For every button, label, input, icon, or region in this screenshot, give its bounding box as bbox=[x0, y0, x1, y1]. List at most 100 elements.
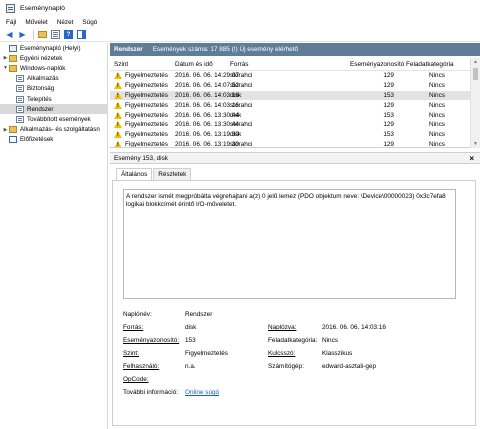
event-description[interactable]: A rendszer ismét megpróbálta végrehajtan… bbox=[123, 189, 456, 299]
tree-item-app-services-logs[interactable]: ▶ Alkalmazás- és szolgáltatásn bbox=[0, 125, 107, 135]
column-header-datetime[interactable]: Dátum és idő bbox=[169, 61, 224, 68]
tree-item-setup[interactable]: Telepítés bbox=[0, 94, 107, 104]
table-row[interactable]: Figyelmeztetés 2016. 06. 06. 13:19:30stor… bbox=[110, 140, 470, 147]
column-header-level[interactable]: Szint bbox=[110, 61, 169, 68]
help-icon[interactable]: ? bbox=[63, 29, 74, 40]
warning-icon bbox=[114, 111, 122, 119]
events-scrollbar[interactable]: ▲ ▼ bbox=[470, 58, 480, 148]
properties-icon[interactable] bbox=[50, 29, 61, 40]
column-header-source[interactable]: Forrás bbox=[224, 61, 330, 68]
source-cell: disk bbox=[230, 91, 242, 99]
user-label: Felhasználó: bbox=[123, 363, 160, 370]
event-id-value: 153 bbox=[185, 337, 196, 344]
event-viewer-node-icon bbox=[9, 44, 17, 52]
tree-item-label: Alkalmazás bbox=[27, 75, 59, 83]
tab-details[interactable]: Részletek bbox=[153, 168, 192, 180]
log-icon bbox=[16, 105, 24, 113]
tree-item-forwarded-events[interactable]: Továbbított események bbox=[0, 114, 107, 124]
warning-icon bbox=[114, 101, 122, 109]
tree-item-label: Telepítés bbox=[27, 95, 52, 103]
action-pane-icon[interactable] bbox=[76, 29, 87, 40]
expand-arrow-icon[interactable]: ▶ bbox=[2, 127, 9, 133]
table-row[interactable]: Figyelmeztetés 2016. 06. 06. 14:07:52stor… bbox=[110, 81, 470, 91]
tree-item-label: Rendszer bbox=[27, 105, 54, 113]
table-row[interactable]: Figyelmeztetés 2016. 06. 06. 14:29:07stor… bbox=[110, 71, 470, 81]
open-folder-icon[interactable] bbox=[37, 29, 48, 40]
level-cell: Figyelmeztetés bbox=[110, 91, 169, 99]
source-value: disk bbox=[185, 324, 197, 331]
subscriptions-icon bbox=[9, 136, 17, 144]
scrollbar-thumb[interactable] bbox=[473, 68, 478, 80]
datetime-cell: 2016. 06. 06. 13:19:30 bbox=[175, 131, 239, 139]
tree-item-application[interactable]: Alkalmazás bbox=[0, 74, 107, 84]
source-cell: storahci bbox=[230, 82, 253, 90]
task-category-cell: Nincs bbox=[429, 72, 445, 80]
log-name-label: Naplónév: bbox=[123, 311, 152, 318]
tree-item-label: Előfizetések bbox=[20, 136, 54, 144]
log-name: Rendszer bbox=[114, 46, 143, 53]
tree-item-root[interactable]: Eseménynapló (Helyi) bbox=[0, 43, 107, 53]
table-row[interactable]: Figyelmeztetés 2016. 06. 06. 13:30:44disk… bbox=[110, 110, 470, 120]
computer-label: Számítógép: bbox=[268, 363, 304, 370]
title-bar: Eseménynapló bbox=[0, 0, 480, 16]
table-row[interactable]: Figyelmeztetés 2016. 06. 06. 13:19:30disk… bbox=[110, 130, 470, 140]
table-row[interactable]: Figyelmeztetés 2016. 06. 06. 14:03:16disk… bbox=[110, 90, 470, 101]
tree-item-label: Windows-naplók bbox=[20, 64, 66, 72]
level-cell: Figyelmeztetés bbox=[110, 101, 169, 109]
detail-tabs: Általános Részletek bbox=[116, 168, 192, 181]
folder-icon bbox=[9, 54, 17, 62]
more-info-label: További információ: bbox=[123, 389, 179, 396]
menu-help[interactable]: Súgó bbox=[82, 19, 97, 26]
event-detail-header: Esemény 153, disk × bbox=[110, 152, 480, 164]
table-header: Szint Dátum és idő Forrás Eseményazonosí… bbox=[110, 58, 470, 71]
tree-item-custom-views[interactable]: ▶ Egyéni nézetek bbox=[0, 53, 107, 63]
task-category-cell: Nincs bbox=[429, 111, 445, 119]
source-cell: disk bbox=[230, 131, 242, 139]
close-icon[interactable]: × bbox=[469, 153, 474, 164]
log-icon bbox=[16, 85, 24, 93]
tree-item-windows-logs[interactable]: ▼ Windows-naplók bbox=[0, 63, 107, 73]
source-cell: storahci bbox=[230, 72, 253, 80]
tree-item-subscriptions[interactable]: Előfizetések bbox=[0, 135, 107, 145]
warning-icon bbox=[114, 140, 122, 147]
tree-item-security[interactable]: Biztonság bbox=[0, 84, 107, 94]
tree-item-label: Biztonság bbox=[27, 85, 55, 93]
scroll-up-icon[interactable]: ▲ bbox=[473, 59, 478, 65]
log-icon bbox=[16, 95, 24, 103]
event-id-cell: 129 bbox=[383, 72, 394, 80]
toolbar-separator bbox=[33, 29, 34, 40]
table-row[interactable]: Figyelmeztetés 2016. 06. 06. 14:03:16stor… bbox=[110, 100, 470, 110]
column-header-event-id[interactable]: Eseményazonosító bbox=[330, 61, 404, 68]
level-cell: Figyelmeztetés bbox=[110, 72, 169, 80]
menu-action[interactable]: Művelet bbox=[25, 19, 47, 26]
keywords-label: Kulcsszó: bbox=[268, 350, 296, 357]
task-category-label: Feladatkategória: bbox=[268, 337, 318, 344]
warning-icon bbox=[114, 72, 122, 80]
expand-arrow-icon[interactable]: ▶ bbox=[2, 55, 9, 61]
opcode-label: OpCode: bbox=[123, 376, 149, 383]
column-header-task-category[interactable]: Feladatkategória bbox=[402, 61, 470, 68]
log-icon bbox=[16, 75, 24, 83]
level-cell: Figyelmeztetés bbox=[110, 111, 169, 119]
tree-item-system[interactable]: Rendszer bbox=[0, 104, 107, 115]
log-name-value: Rendszer bbox=[185, 311, 213, 318]
back-arrow-icon[interactable]: ◀ bbox=[4, 29, 15, 40]
task-category-cell: Nincs bbox=[429, 82, 445, 90]
menu-file[interactable]: Fájl bbox=[6, 19, 16, 26]
tree-item-label: Eseménynapló (Helyi) bbox=[20, 44, 81, 52]
log-header-bar: Rendszer Események száma: 17 885 (!) Új … bbox=[110, 43, 480, 56]
collapse-arrow-icon[interactable]: ▼ bbox=[2, 65, 9, 71]
table-row[interactable]: Figyelmeztetés 2016. 06. 06. 13:30:44stor… bbox=[110, 120, 470, 130]
menu-view[interactable]: Nézet bbox=[57, 19, 74, 26]
level-cell: Figyelmeztetés bbox=[110, 121, 169, 129]
forward-arrow-icon[interactable]: ▶ bbox=[17, 29, 28, 40]
menu-bar: Fájl Művelet Nézet Súgó bbox=[0, 16, 480, 28]
scroll-down-icon[interactable]: ▼ bbox=[473, 141, 478, 147]
level-text: Figyelmeztetés bbox=[125, 121, 168, 129]
level-text: Figyelmeztetés bbox=[125, 131, 168, 139]
keywords-value: Klasszikus bbox=[322, 350, 353, 357]
source-cell: storahci bbox=[230, 121, 253, 129]
source-label: Forrás: bbox=[123, 324, 144, 331]
level-text: Figyelmeztetés bbox=[125, 101, 168, 109]
online-help-link[interactable]: Online súgó bbox=[185, 389, 219, 396]
